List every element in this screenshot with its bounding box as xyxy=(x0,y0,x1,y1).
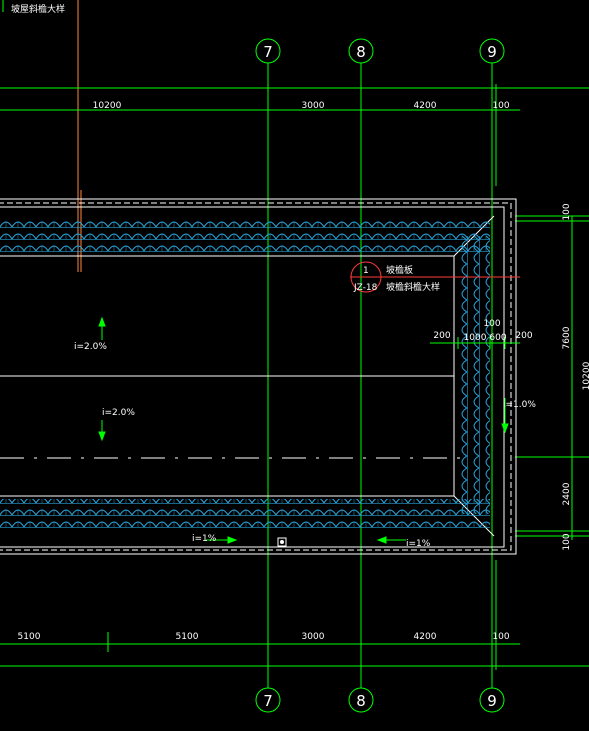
right-dim-4: 100 xyxy=(562,533,572,550)
eave-dim-4: 200 xyxy=(515,331,532,341)
cad-roof-plan: 坡屋斜檐大样 7 8 9 7 8 9 10200 3000 4200 100 5… xyxy=(0,0,589,713)
detail-callout-texts: 1 JZ-18 坡檐板 坡檐斜檐大样 xyxy=(353,264,440,293)
tile-band-right xyxy=(458,236,490,514)
bottom-dim-4: 4200 xyxy=(414,632,437,642)
bottom-dim-5: 100 xyxy=(492,632,509,642)
slope-left-top: i=2.0% xyxy=(74,342,107,352)
axis-label-top-7: 7 xyxy=(263,43,273,61)
right-dimension-lines xyxy=(515,215,589,540)
top-dim-3: 4200 xyxy=(414,101,437,111)
axis-label-top-9: 9 xyxy=(487,43,497,61)
eave-dim-5: 100 xyxy=(483,319,500,329)
header-note-text: 坡屋斜檐大样 xyxy=(11,3,65,15)
top-dimension-lines xyxy=(0,84,589,186)
bottom-dim-1: 5100 xyxy=(18,632,41,642)
tile-band-top xyxy=(0,218,490,254)
header-note: 坡屋斜檐大样 xyxy=(2,0,65,15)
right-dim-1: 100 xyxy=(562,203,572,220)
detail-label-top: 坡檐板 xyxy=(386,264,413,276)
axis-label-top-8: 8 xyxy=(356,43,366,61)
eave-dim-2: 1000 xyxy=(464,333,487,343)
top-dim-2: 3000 xyxy=(302,101,325,111)
right-dim-overall: 10200 xyxy=(582,361,589,390)
eave-dim-1: 200 xyxy=(433,331,450,341)
top-dim-1: 10200 xyxy=(93,101,122,111)
bottom-dimension-lines xyxy=(0,560,589,670)
drain-marker xyxy=(277,537,287,547)
slope-bottom-right: i=1% xyxy=(406,539,431,549)
axis-label-bottom-9: 9 xyxy=(487,692,497,710)
slope-right: i=1.0% xyxy=(503,400,536,410)
top-dim-4: 100 xyxy=(492,101,509,111)
dimension-texts: 10200 3000 4200 100 5100 5100 3000 4200 … xyxy=(18,101,589,642)
right-dim-3: 2400 xyxy=(562,482,572,505)
eave-dim-3: 600 xyxy=(489,333,506,343)
detail-label-bottom: 坡檐斜檐大样 xyxy=(386,281,440,293)
slope-left-bottom: i=2.0% xyxy=(102,408,135,418)
bottom-dim-2: 5100 xyxy=(176,632,199,642)
tile-band-bottom xyxy=(0,499,490,533)
right-dim-2: 7600 xyxy=(562,326,572,349)
bottom-dim-3: 3000 xyxy=(302,632,325,642)
axis-label-bottom-7: 7 xyxy=(263,692,273,710)
slope-bottom-left: i=1% xyxy=(192,534,217,544)
axis-label-bottom-8: 8 xyxy=(356,692,366,710)
detail-number: 1 xyxy=(363,266,369,276)
detail-sheet: JZ-18 xyxy=(353,283,378,293)
